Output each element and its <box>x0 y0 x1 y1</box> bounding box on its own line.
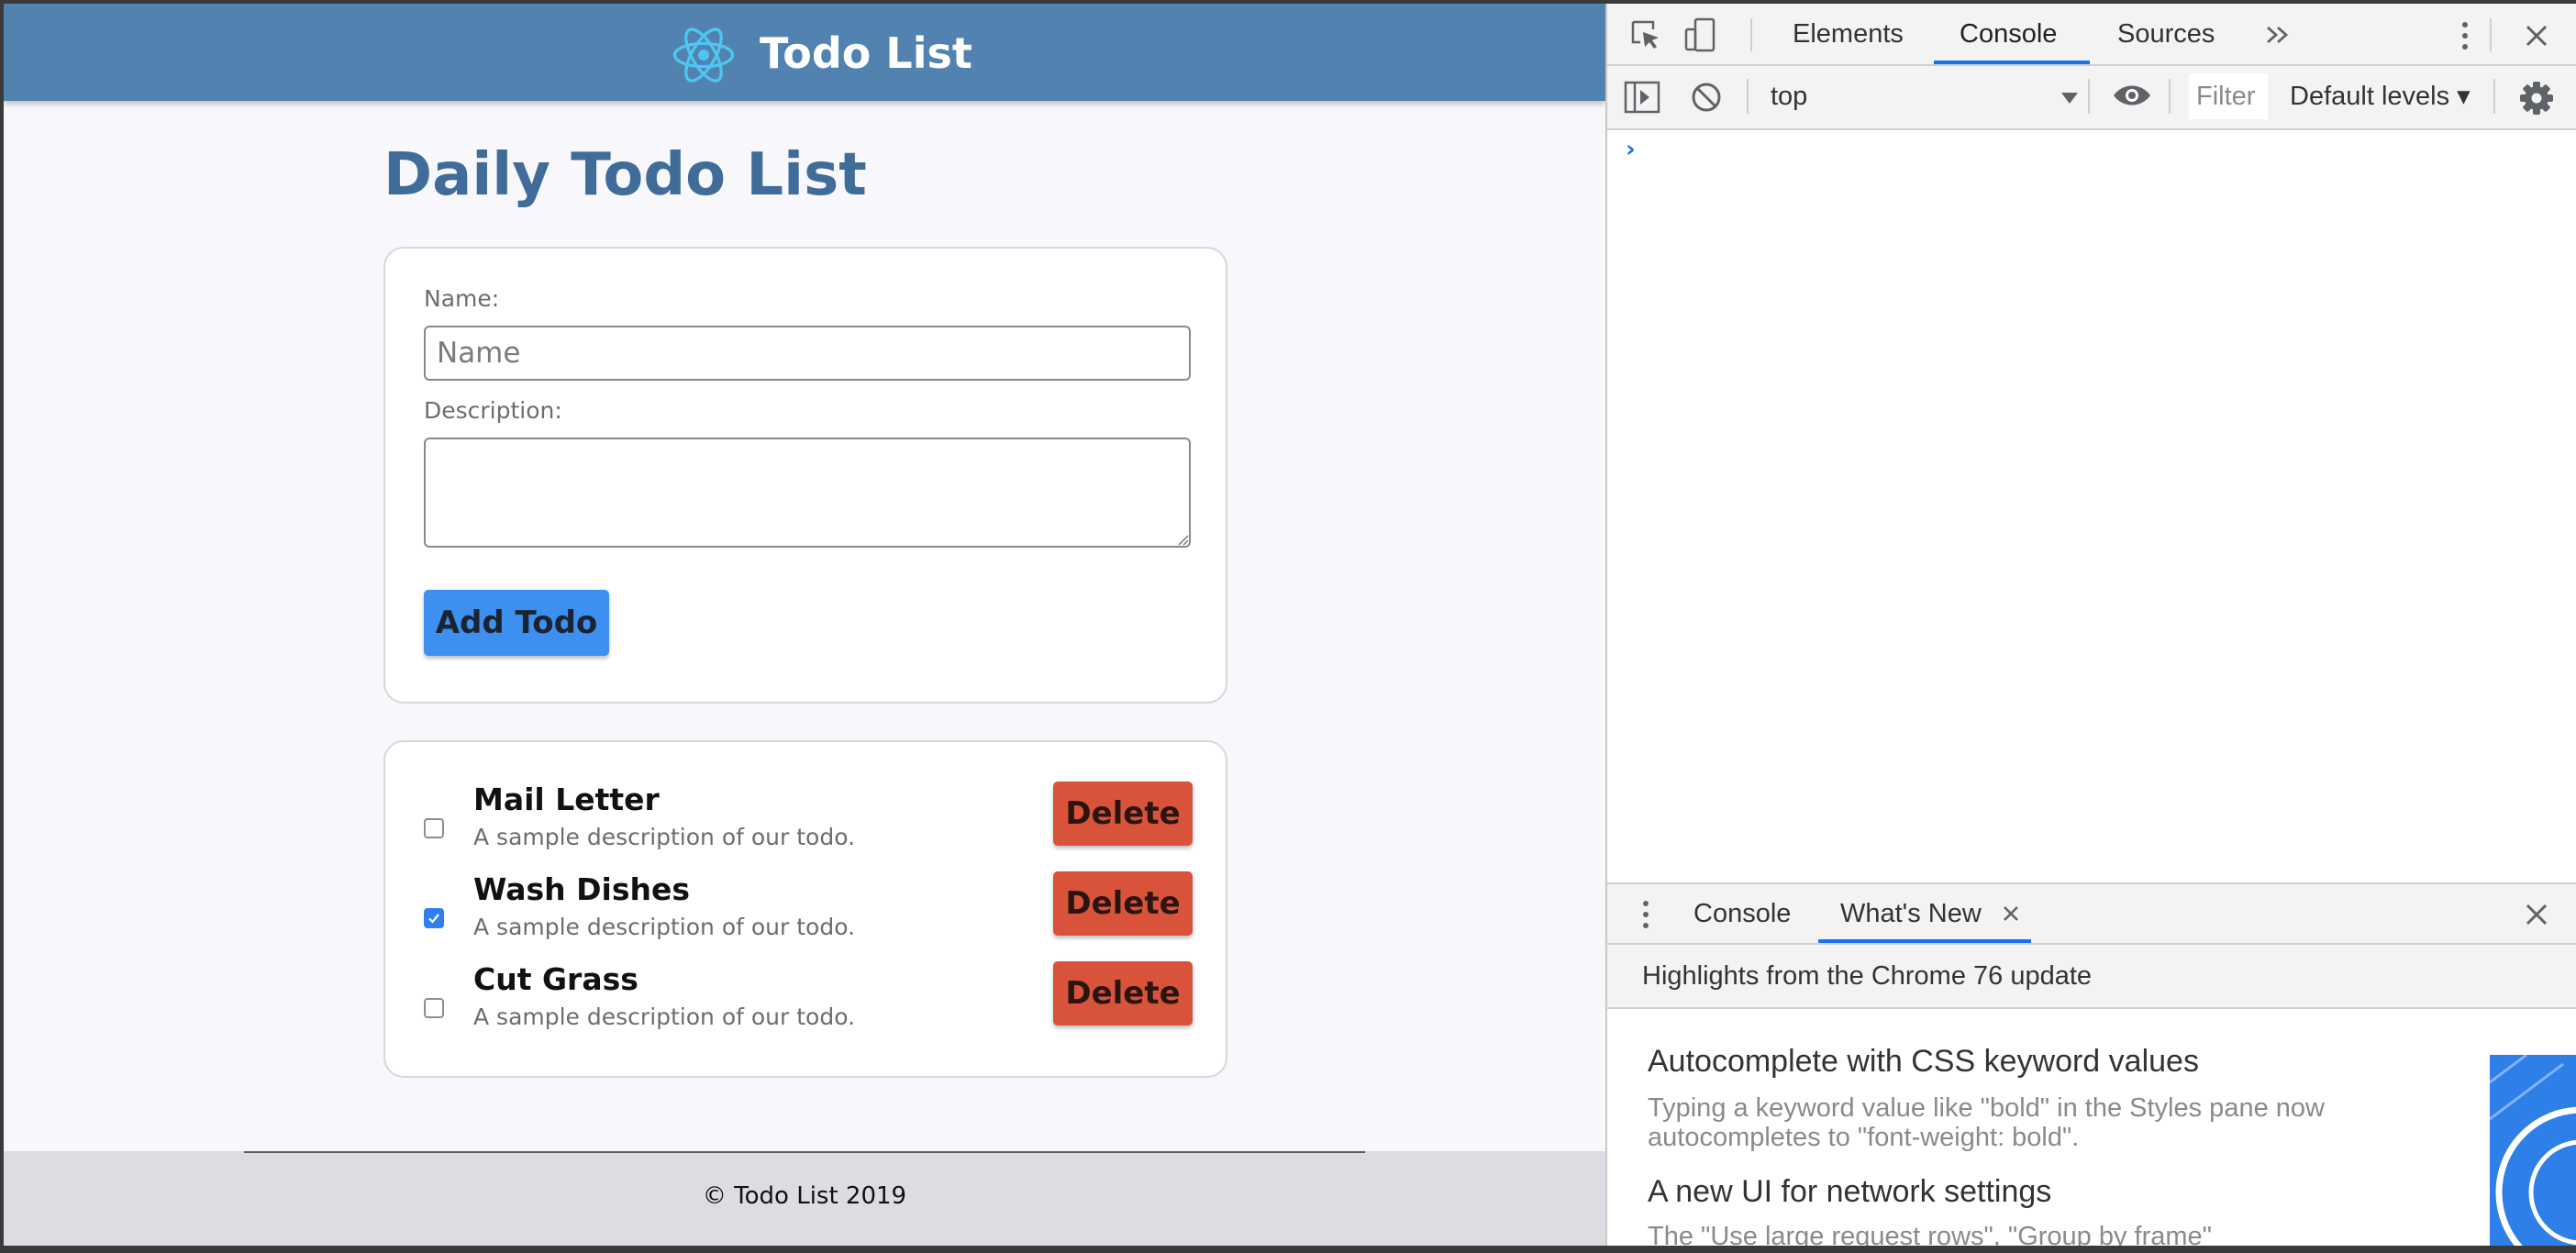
devtools-tabbar: Elements Console Sources <box>1607 4 2576 66</box>
more-options-icon[interactable] <box>2459 20 2471 51</box>
delete-button[interactable]: Delete <box>1053 961 1193 1026</box>
drawer-tab-whats-new[interactable]: What's New <box>1840 884 1982 943</box>
tab-sources[interactable]: Sources <box>2117 4 2215 64</box>
tabbar-separator <box>2490 18 2492 51</box>
whats-new-header: Highlights from the Chrome 76 update <box>1607 945 2576 1009</box>
toolbar-separator <box>1747 79 1749 114</box>
clear-console-icon[interactable] <box>1690 81 1723 114</box>
checkmark-icon <box>428 914 439 924</box>
tab-elements[interactable]: Elements <box>1793 4 1904 64</box>
name-input[interactable] <box>424 326 1191 381</box>
show-sidebar-icon[interactable] <box>1624 81 1660 114</box>
toolbar-separator <box>2169 79 2171 114</box>
whats-new-content: Autocomplete with CSS keyword values Typ… <box>1607 1009 2576 1246</box>
console-output[interactable]: › <box>1607 130 2576 882</box>
toolbar-separator <box>2493 79 2495 114</box>
close-drawer-icon[interactable] <box>2525 903 2548 926</box>
double-chevron-right-icon[interactable] <box>2264 24 2292 46</box>
todo-checkbox[interactable] <box>424 908 444 928</box>
todo-name: Wash Dishes <box>473 871 690 907</box>
chrome-graphic-icon <box>2490 1055 2576 1246</box>
feature-description: Typing a keyword value like "bold" in th… <box>1648 1093 2325 1152</box>
todo-form: Name: Description: Add Todo <box>383 247 1227 704</box>
app-header: Todo List <box>4 4 1605 101</box>
todo-checkbox[interactable] <box>424 818 444 838</box>
feature-title[interactable]: Autocomplete with CSS keyword values <box>1648 1044 2199 1080</box>
delete-button[interactable]: Delete <box>1053 782 1193 846</box>
todo-description: A sample description of our todo. <box>473 824 856 850</box>
close-devtools-icon[interactable] <box>2525 24 2548 48</box>
todo-description: A sample description of our todo. <box>473 1004 856 1030</box>
toolbar-separator <box>2088 79 2090 114</box>
todo-app: Todo List Daily Todo List Name: Descript… <box>4 4 1605 1246</box>
feature-description: The "Use large request rows", "Group by … <box>1648 1222 2212 1246</box>
react-logo-icon <box>672 28 735 83</box>
tabbar-separator <box>1750 18 1752 51</box>
drawer-tabbar: Console What's New <box>1607 882 2576 945</box>
tab-console[interactable]: Console <box>1960 4 2057 64</box>
devtools-panel: Elements Console Sources top Filter Defa… <box>1605 4 2576 1246</box>
todo-item: Mail Letter A sample description of our … <box>385 782 1226 864</box>
page-title: Daily Todo List <box>383 141 867 209</box>
app-footer: © Todo List 2019 <box>4 1151 1605 1246</box>
context-selector[interactable]: top <box>1771 75 2079 117</box>
device-toolbar-icon[interactable] <box>1684 17 1717 53</box>
feature-title[interactable]: A new UI for network settings <box>1648 1174 2051 1210</box>
feature-thumbnail <box>2490 1055 2576 1246</box>
todo-list: Mail Letter A sample description of our … <box>383 740 1227 1078</box>
log-levels-dropdown[interactable]: Default levels ▾ <box>2290 75 2482 117</box>
name-label: Name: <box>424 285 500 312</box>
filter-input[interactable]: Filter <box>2189 73 2268 119</box>
resize-handle-icon[interactable] <box>1176 533 1189 546</box>
whats-new-highlights: Highlights from the Chrome 76 update <box>1642 961 2093 991</box>
description-label: Description: <box>424 397 562 424</box>
drawer-active-indicator <box>1818 939 2031 943</box>
drawer-menu-icon[interactable] <box>1640 899 1651 930</box>
todo-item: Wash Dishes A sample description of our … <box>385 871 1226 954</box>
footer-divider <box>244 1151 1365 1153</box>
close-tab-icon[interactable] <box>2002 904 2020 923</box>
delete-button[interactable]: Delete <box>1053 871 1193 936</box>
inspect-element-icon[interactable] <box>1629 18 1662 51</box>
todo-name: Cut Grass <box>473 961 638 997</box>
dropdown-arrow-icon <box>2061 93 2078 104</box>
todo-item: Cut Grass A sample description of our to… <box>385 961 1226 1044</box>
live-expression-eye-icon[interactable] <box>2112 81 2152 110</box>
todo-checkbox[interactable] <box>424 998 444 1018</box>
context-value: top <box>1771 82 1808 111</box>
todo-description: A sample description of our todo. <box>473 914 856 940</box>
description-textarea[interactable] <box>424 438 1191 548</box>
console-toolbar: top Filter Default levels ▾ <box>1607 66 2576 130</box>
active-tab-indicator <box>1934 61 2090 64</box>
console-prompt[interactable]: › <box>1626 136 1636 163</box>
app-brand: Todo List <box>760 28 972 78</box>
settings-gear-icon[interactable] <box>2519 81 2554 116</box>
add-todo-button[interactable]: Add Todo <box>424 590 609 656</box>
footer-copyright: © Todo List 2019 <box>702 1182 907 1210</box>
todo-name: Mail Letter <box>473 782 660 817</box>
drawer-tab-console[interactable]: Console <box>1693 884 1791 943</box>
